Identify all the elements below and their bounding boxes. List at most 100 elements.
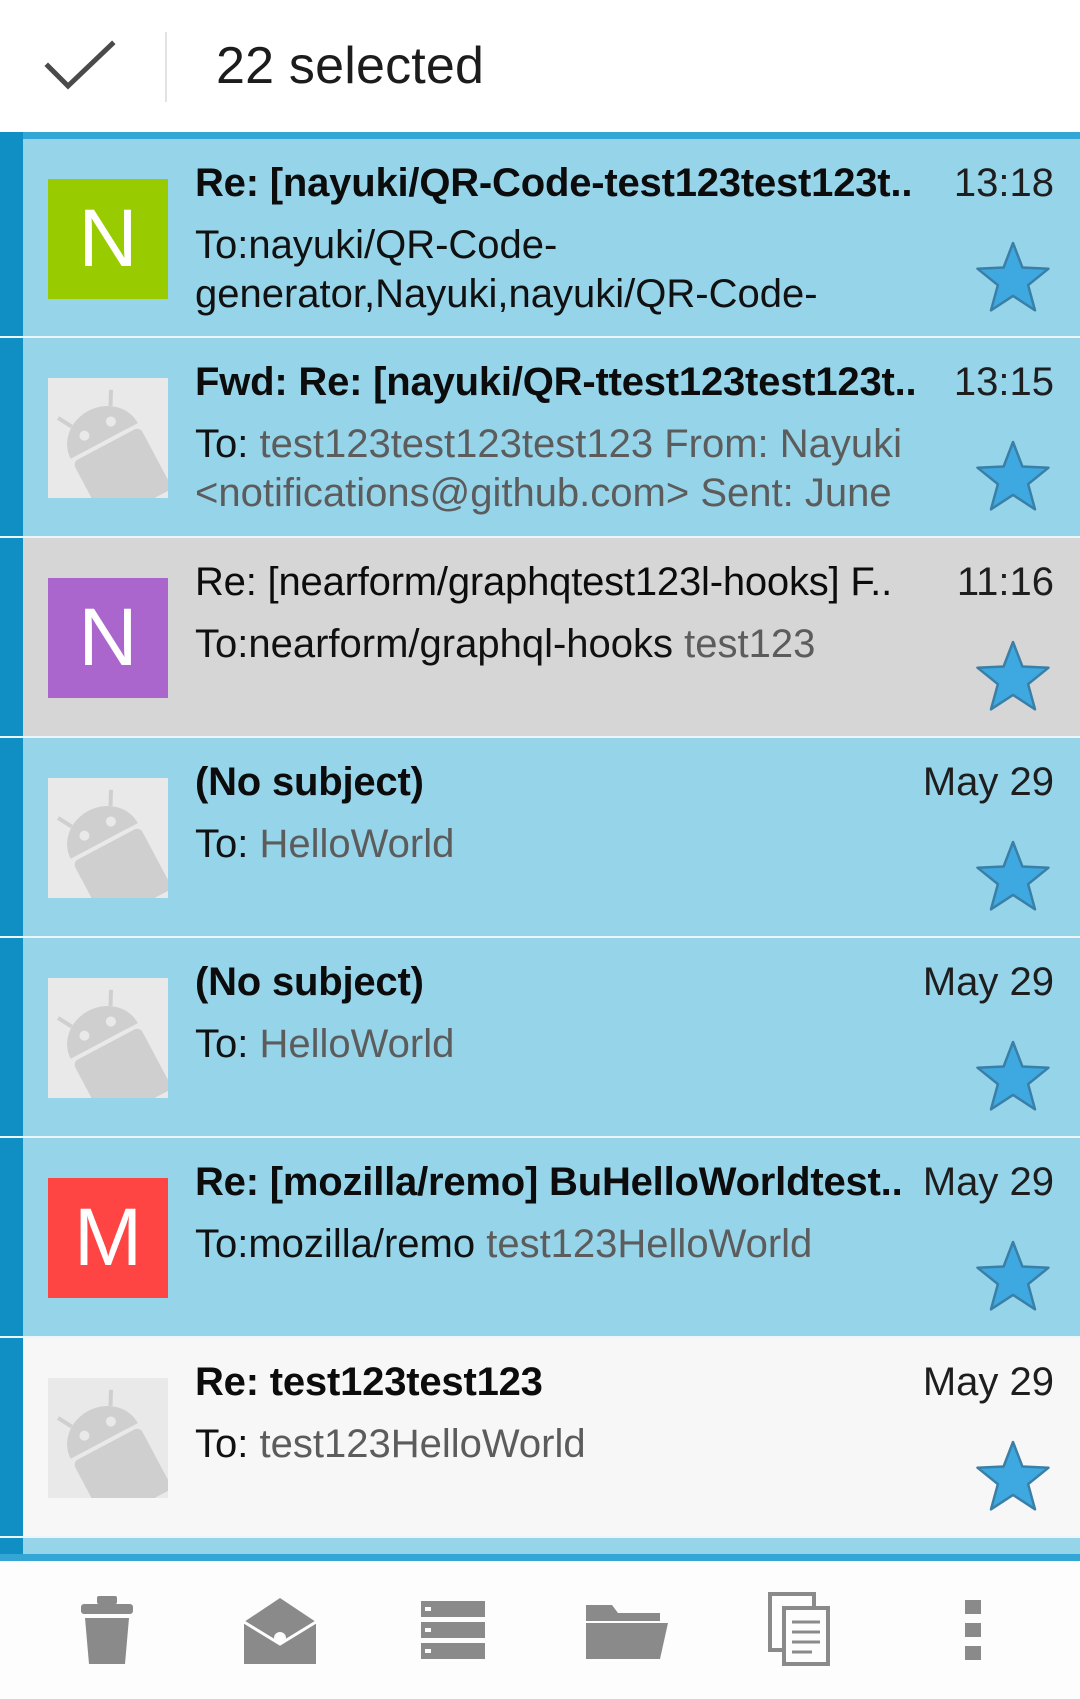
preview-text: HelloWorld: [259, 822, 455, 866]
avatar-letter: M: [73, 1192, 143, 1283]
message-time: May 29: [922, 1160, 1054, 1204]
message-row[interactable]: (No subject) May 29 To: HelloWorld: [0, 938, 1080, 1138]
message-subject: Re: [mozilla/remo] BuHelloWorldtest..: [195, 1160, 903, 1204]
preview-text: test123HelloWorld: [486, 1222, 813, 1266]
mark-read-icon: [243, 1598, 317, 1664]
contact-avatar[interactable]: N: [48, 578, 168, 698]
bottom-bar-topline: [0, 1554, 1080, 1561]
mark-read-button[interactable]: [220, 1570, 340, 1690]
check-icon: [44, 40, 116, 90]
preview-line: To: HelloWorld: [195, 820, 965, 869]
star-icon[interactable]: [974, 838, 1052, 914]
star-icon[interactable]: [974, 1038, 1052, 1114]
preview-line: <notifications@github.com> Sent: June: [195, 471, 892, 515]
selection-count-title: 22 selected: [216, 37, 485, 95]
action-bar: 22 selected: [0, 0, 1080, 134]
selection-stripe: [0, 132, 23, 336]
selection-stripe: [0, 1338, 23, 1536]
preview-line: To:mozilla/remo test123HelloWorld: [195, 1220, 965, 1269]
done-button[interactable]: [0, 0, 160, 134]
selection-stripe: [0, 1538, 23, 1554]
preview-prefix: To:mozilla/remo: [195, 1222, 487, 1266]
message-subject: (No subject): [195, 760, 424, 804]
message-row[interactable]: Fwd: Re: [nayuki/QR-ttest123test123t.. 1…: [0, 338, 1080, 538]
message-preview: To: test123test123test123 From: Nayuki <…: [195, 420, 965, 518]
message-subject: Re: [nearform/graphqtest123l-hooks] F..: [195, 560, 893, 604]
message-row[interactable]: (No subject) May 29 To: HelloWorld: [0, 738, 1080, 938]
action-bar-underline: [0, 132, 1080, 139]
message-time: 13:15: [953, 360, 1054, 404]
preview-line: To: HelloWorld: [195, 1020, 965, 1069]
preview-prefix: To:: [195, 822, 260, 866]
preview-line: To: test123test123test123 From: Nayuki: [195, 420, 965, 469]
copy-button[interactable]: [740, 1570, 860, 1690]
selection-stripe: [0, 938, 23, 1136]
preview-prefix: To:: [195, 422, 260, 466]
contact-avatar[interactable]: [48, 1378, 168, 1498]
contact-avatar[interactable]: [48, 978, 168, 1098]
bottom-action-bar: [0, 1561, 1080, 1699]
message-preview: To: HelloWorld: [195, 820, 965, 869]
star-icon[interactable]: [974, 438, 1052, 514]
message-subject: Re: [nayuki/QR-Code-test123test123t..: [195, 161, 913, 205]
move-to-folder-button[interactable]: [567, 1570, 687, 1690]
preview-prefix: To:: [195, 1022, 260, 1066]
message-row[interactable]: Re: test123test123 May 29 To: test123Hel…: [0, 1338, 1080, 1538]
message-preview: To:nearform/graphql-hooks test123: [195, 620, 965, 669]
message-subject: Re: test123test123: [195, 1360, 543, 1404]
preview-text: test123test123test123 From: Nayuki: [259, 422, 903, 466]
action-bar-divider: [165, 32, 167, 102]
message-subject: (No subject): [195, 960, 424, 1004]
preview-line: generator,Nayuki,nayuki/QR-Code-: [195, 272, 818, 316]
avatar-letter: N: [78, 193, 138, 284]
preview-line: To:nayuki/QR-Code-: [195, 223, 558, 267]
overflow-menu-icon: [965, 1600, 982, 1660]
message-time: May 29: [922, 960, 1054, 1004]
message-list: N Re: [nayuki/QR-Code-test123test123t.. …: [0, 132, 1080, 1554]
avatar-letter: N: [78, 592, 138, 683]
preview-line: To: test123HelloWorld: [195, 1420, 965, 1469]
copy-icon: [767, 1592, 830, 1666]
android-robot-icon: [48, 978, 168, 1098]
delete-button[interactable]: [47, 1570, 167, 1690]
preview-line: To:nearform/graphql-hooks test123: [195, 620, 965, 669]
message-preview: To:nayuki/QR-Code- generator,Nayuki,nayu…: [195, 221, 965, 319]
android-robot-icon: [48, 378, 168, 498]
preview-text: test123: [684, 622, 816, 666]
preview-prefix: To:nearform/graphql-hooks: [195, 622, 685, 666]
message-row-partial[interactable]: [0, 1538, 1080, 1554]
preview-text: HelloWorld: [259, 1022, 455, 1066]
message-subject: Fwd: Re: [nayuki/QR-ttest123test123t..: [195, 360, 917, 404]
selection-stripe: [0, 538, 23, 736]
android-robot-icon: [48, 1378, 168, 1498]
message-preview: To: test123HelloWorld: [195, 1420, 965, 1469]
contact-avatar[interactable]: [48, 778, 168, 898]
contact-avatar[interactable]: [48, 378, 168, 498]
message-preview: To: HelloWorld: [195, 1020, 965, 1069]
contact-avatar[interactable]: M: [48, 1178, 168, 1298]
message-time: 13:18: [953, 161, 1054, 205]
trash-icon: [80, 1596, 133, 1664]
star-icon[interactable]: [974, 638, 1052, 714]
star-icon[interactable]: [974, 1438, 1052, 1514]
message-time: 11:16: [956, 560, 1054, 604]
message-row[interactable]: N Re: [nearform/graphqtest123l-hooks] F.…: [0, 538, 1080, 738]
preview-prefix: To:: [195, 1422, 260, 1466]
contact-avatar[interactable]: N: [48, 179, 168, 299]
message-time: May 29: [922, 1360, 1054, 1404]
overflow-menu-button[interactable]: [913, 1570, 1033, 1690]
message-preview: To:mozilla/remo test123HelloWorld: [195, 1220, 965, 1269]
preview-text: test123HelloWorld: [259, 1422, 586, 1466]
selection-stripe: [0, 738, 23, 936]
message-row[interactable]: M Re: [mozilla/remo] BuHelloWorldtest.. …: [0, 1138, 1080, 1338]
selection-stripe: [0, 1138, 23, 1336]
android-robot-icon: [48, 778, 168, 898]
folder-icon: [585, 1605, 668, 1659]
star-icon[interactable]: [974, 1238, 1052, 1314]
message-time: May 29: [922, 760, 1054, 804]
move-list-icon: [421, 1601, 486, 1659]
star-icon[interactable]: [974, 239, 1052, 315]
selection-stripe: [0, 338, 23, 536]
message-row[interactable]: N Re: [nayuki/QR-Code-test123test123t.. …: [0, 132, 1080, 338]
move-button[interactable]: [393, 1570, 513, 1690]
